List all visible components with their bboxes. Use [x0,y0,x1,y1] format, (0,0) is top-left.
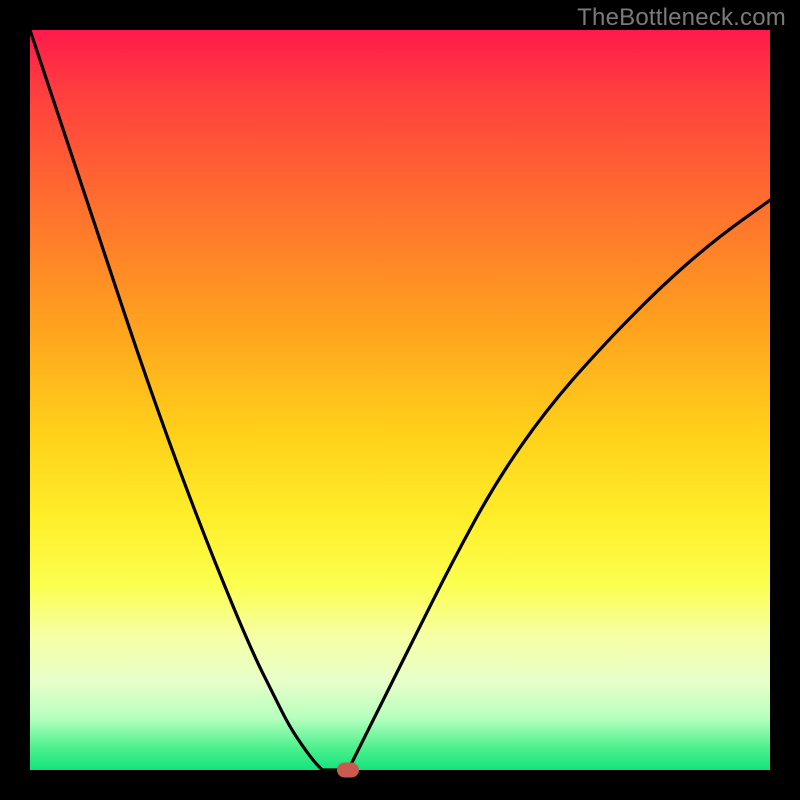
attribution-text: TheBottleneck.com [577,4,786,32]
plot-area [30,30,770,770]
chart-frame: TheBottleneck.com [0,0,800,800]
minimum-marker [337,763,359,778]
curve-path [30,30,770,770]
bottleneck-curve [30,30,770,770]
